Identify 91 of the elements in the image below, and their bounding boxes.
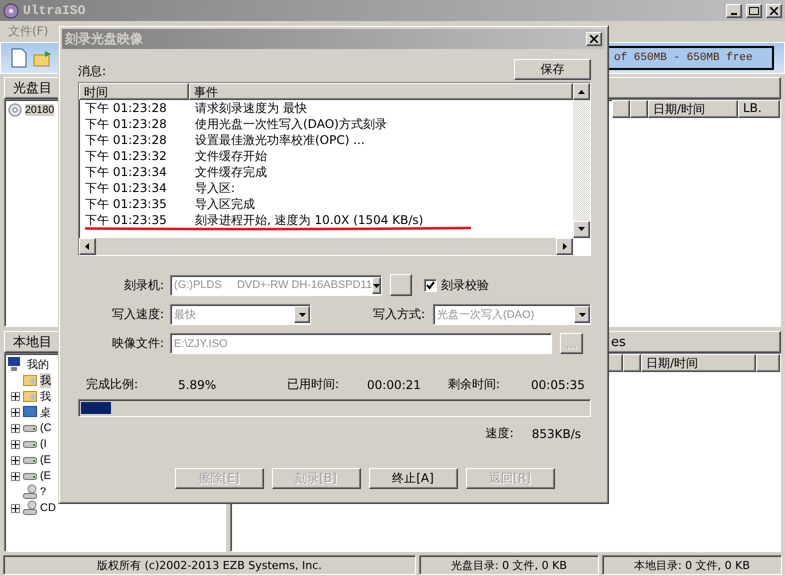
expand-icon[interactable] bbox=[11, 456, 20, 464]
tree-item[interactable]: 我的 bbox=[27, 356, 49, 372]
log-event: 使用光盘一次性写入(DAO)方式刻录 bbox=[194, 116, 387, 132]
tree-item[interactable]: CD bbox=[40, 502, 56, 514]
log-event: 文件缓存开始 bbox=[194, 148, 267, 164]
stat-label: 已用时间: bbox=[287, 376, 340, 393]
stat-value: 00:05:35 bbox=[531, 378, 585, 392]
down-arrow-icon bbox=[578, 226, 585, 233]
log-time: 下午 01:23:35 bbox=[84, 212, 168, 228]
log-time: 下午 01:23:34 bbox=[84, 164, 168, 180]
status-text: 本地目录: 0 文件, 0 KB bbox=[602, 555, 782, 575]
log-time: 下午 01:23:32 bbox=[84, 148, 168, 164]
checkbox-label: 刻录校验 bbox=[441, 276, 489, 294]
dialog-title: 刻录光盘映像 bbox=[65, 30, 143, 48]
folder-icon bbox=[23, 388, 37, 404]
column-header[interactable] bbox=[756, 354, 780, 372]
field-label: 写入方式: bbox=[372, 306, 425, 323]
horizontal-scrollbar[interactable] bbox=[79, 238, 573, 255]
expand-icon[interactable] bbox=[11, 392, 20, 400]
log-event: 刻录进程开始, 速度为 10.0X (1504 KB/s) bbox=[194, 212, 424, 228]
column-header[interactable] bbox=[623, 354, 641, 372]
log-time: 下午 01:23:35 bbox=[84, 196, 168, 212]
log-time: 下午 01:23:34 bbox=[84, 180, 168, 196]
log-event: 请求刻录速度为 最快 bbox=[194, 100, 307, 116]
log-time: 下午 01:23:28 bbox=[84, 116, 168, 132]
disc-icon bbox=[8, 103, 22, 117]
column-header[interactable]: 事件 bbox=[189, 83, 573, 100]
tree-item[interactable]: (I bbox=[40, 438, 47, 450]
stat-value: 853KB/s bbox=[532, 426, 581, 440]
tree-item[interactable]: (E bbox=[40, 470, 51, 482]
left-arrow-icon bbox=[84, 243, 91, 250]
log-event: 导入区完成 bbox=[194, 196, 255, 212]
expand-icon[interactable] bbox=[11, 504, 20, 512]
stat-label: 完成比例: bbox=[86, 376, 140, 393]
save-button[interactable]: 保存 bbox=[514, 59, 591, 80]
log-event: 文件缓存完成 bbox=[194, 164, 267, 180]
tree-item[interactable]: 我 bbox=[40, 372, 51, 388]
vertical-scrollbar[interactable] bbox=[573, 83, 590, 238]
new-file-icon[interactable] bbox=[11, 48, 27, 68]
log-event: 设置最佳激光功率校准(OPC) ... bbox=[194, 132, 365, 148]
maximize-icon bbox=[749, 6, 759, 15]
stat-label: 剩余时间: bbox=[448, 376, 502, 393]
stat-value: 00:00:21 bbox=[367, 378, 422, 392]
capacity-text: of 650MB - 650MB free bbox=[614, 52, 753, 64]
tree-item[interactable]: 桌 bbox=[40, 404, 51, 420]
tree-item[interactable]: ? bbox=[40, 486, 46, 498]
column-header[interactable] bbox=[612, 100, 630, 118]
disc-icon bbox=[3, 2, 19, 18]
close-button[interactable] bbox=[586, 32, 602, 46]
dropdown-arrow-icon bbox=[298, 311, 306, 318]
status-text: 光盘目录: 0 文件, 0 KB bbox=[418, 555, 599, 575]
close-icon bbox=[590, 35, 598, 43]
blank-button[interactable] bbox=[390, 274, 412, 296]
log-time: 下午 01:23:28 bbox=[84, 100, 168, 116]
expand-icon[interactable] bbox=[11, 472, 20, 480]
tree-item[interactable]: 20180 bbox=[25, 104, 54, 116]
close-icon bbox=[770, 6, 778, 14]
field-label: 映像文件: bbox=[110, 335, 165, 352]
log-event: 导入区: bbox=[194, 180, 236, 196]
computer-icon bbox=[7, 356, 21, 372]
expand-icon[interactable] bbox=[11, 440, 20, 448]
dropdown-arrow-icon bbox=[578, 311, 586, 318]
field-label: 刻录机: bbox=[122, 276, 165, 294]
column-header[interactable]: 时间 bbox=[79, 83, 189, 100]
dropdown-arrow-icon bbox=[372, 282, 380, 288]
stat-label: 速度: bbox=[486, 425, 514, 442]
minimize-icon bbox=[731, 12, 737, 14]
close-button[interactable] bbox=[766, 4, 782, 18]
up-arrow-icon bbox=[578, 88, 585, 95]
column-header[interactable]: 日期/时间 bbox=[648, 100, 738, 118]
column-header[interactable]: 日期/时间 bbox=[641, 354, 756, 372]
stat-value: 5.89% bbox=[178, 378, 218, 392]
log-time: 下午 01:23:28 bbox=[84, 132, 168, 148]
maximize-button[interactable] bbox=[746, 4, 762, 18]
field-label: 写入速度: bbox=[110, 306, 165, 323]
window-title: UltraISO bbox=[23, 3, 86, 18]
status-text: 版权所有 (c)2002-2013 EZB Systems, Inc. bbox=[3, 555, 416, 575]
tree-item[interactable]: (E bbox=[40, 454, 51, 466]
right-arrow-icon bbox=[561, 243, 568, 250]
verify-checkbox[interactable] bbox=[424, 278, 437, 292]
expand-icon[interactable] bbox=[11, 424, 20, 432]
expand-icon[interactable] bbox=[11, 408, 20, 416]
column-header[interactable] bbox=[630, 100, 648, 118]
desktop-icon bbox=[23, 404, 37, 420]
tree-item[interactable]: 我 bbox=[40, 388, 51, 404]
tree-item[interactable]: (C bbox=[40, 422, 52, 434]
column-header[interactable]: LB. bbox=[738, 100, 780, 118]
folder-icon bbox=[23, 372, 37, 388]
messages-label: 消息: bbox=[78, 63, 106, 80]
dialog-button[interactable]: 终止[A] bbox=[368, 468, 458, 489]
minimize-button[interactable] bbox=[726, 4, 742, 18]
